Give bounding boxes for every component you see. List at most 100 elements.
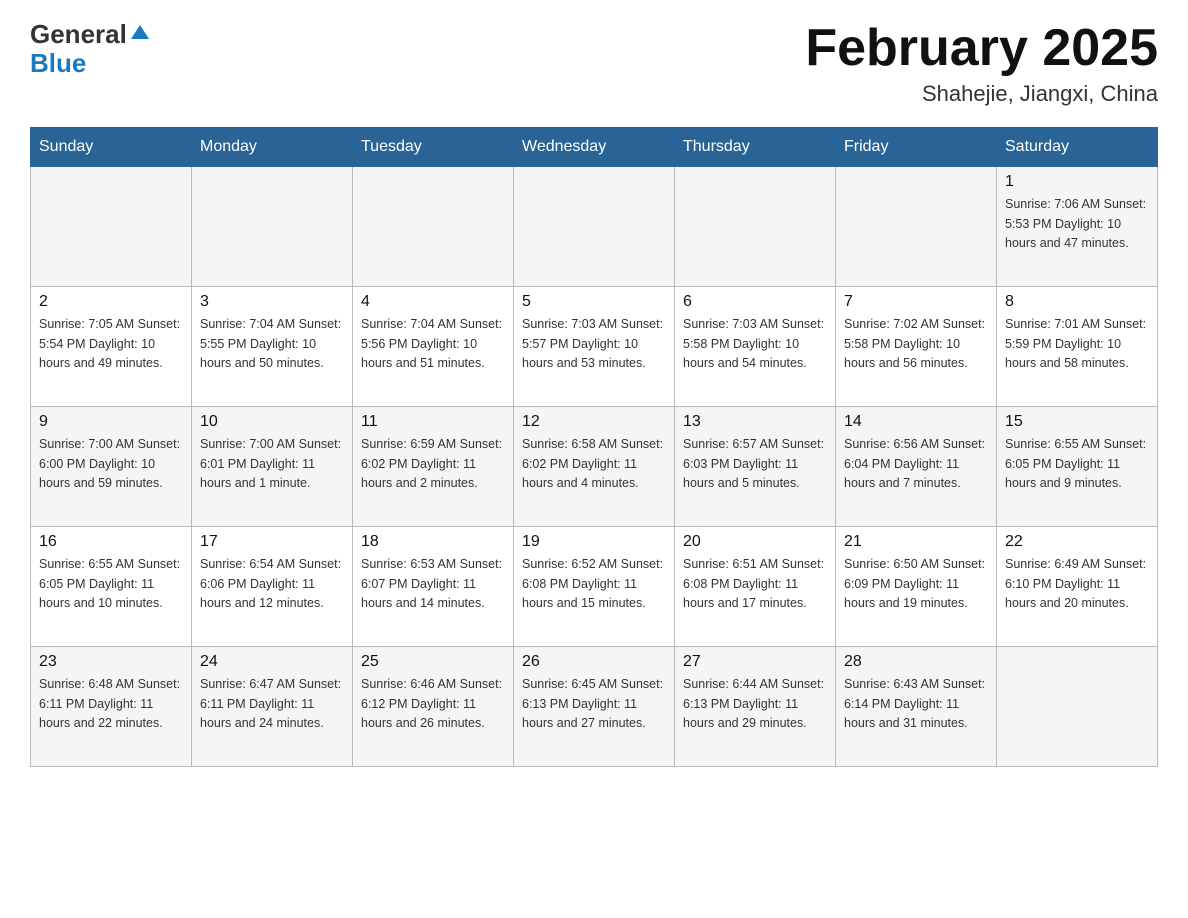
table-row: 10 Sunrise: 7:00 AM Sunset: 6:01 PM Dayli… — [192, 407, 353, 527]
day-number: 3 — [200, 293, 344, 311]
table-row: 3 Sunrise: 7:04 AM Sunset: 5:55 PM Daylig… — [192, 287, 353, 407]
day-info: Sunrise: 7:00 AM Sunset: 6:00 PM Dayligh… — [39, 435, 183, 493]
table-row: 21Sunrise: 6:50 AM Sunset: 6:09 PM Dayli… — [836, 527, 997, 647]
calendar-week-row: 23 Sunrise: 6:48 AM Sunset: 6:11 PM Dayli… — [31, 647, 1158, 767]
day-number: 28 — [844, 653, 988, 671]
table-row: 1Sunrise: 7:06 AM Sunset: 5:53 PM Daylig… — [997, 167, 1158, 287]
calendar-week-row: 2 Sunrise: 7:05 AM Sunset: 5:54 PM Daylig… — [31, 287, 1158, 407]
table-row: 18 Sunrise: 6:53 AM Sunset: 6:07 PM Dayli… — [353, 527, 514, 647]
day-number: 24 — [200, 653, 344, 671]
logo-wordmark: General Blue — [30, 20, 151, 77]
day-number: 6 — [683, 293, 827, 311]
logo-triangle-icon — [129, 21, 151, 43]
day-info: Sunrise: 7:05 AM Sunset: 5:54 PM Dayligh… — [39, 315, 183, 373]
day-info: Sunrise: 6:44 AM Sunset: 6:13 PM Dayligh… — [683, 675, 827, 733]
table-row: 16 Sunrise: 6:55 AM Sunset: 6:05 PM Dayli… — [31, 527, 192, 647]
table-row — [836, 167, 997, 287]
table-row: 2 Sunrise: 7:05 AM Sunset: 5:54 PM Daylig… — [31, 287, 192, 407]
day-info: Sunrise: 6:55 AM Sunset: 6:05 PM Dayligh… — [1005, 435, 1149, 493]
day-info: Sunrise: 6:47 AM Sunset: 6:11 PM Dayligh… — [200, 675, 344, 733]
calendar-week-row: 16 Sunrise: 6:55 AM Sunset: 6:05 PM Dayli… — [31, 527, 1158, 647]
table-row: 23 Sunrise: 6:48 AM Sunset: 6:11 PM Dayli… — [31, 647, 192, 767]
day-number: 7 — [844, 293, 988, 311]
table-row — [514, 167, 675, 287]
table-row: 13 Sunrise: 6:57 AM Sunset: 6:03 PM Dayli… — [675, 407, 836, 527]
table-row: 20 Sunrise: 6:51 AM Sunset: 6:08 PM Dayli… — [675, 527, 836, 647]
logo-blue: Blue — [30, 49, 151, 78]
day-info: Sunrise: 6:45 AM Sunset: 6:13 PM Dayligh… — [522, 675, 666, 733]
day-info: Sunrise: 7:02 AM Sunset: 5:58 PM Dayligh… — [844, 315, 988, 373]
day-info: Sunrise: 7:00 AM Sunset: 6:01 PM Dayligh… — [200, 435, 344, 493]
day-info: Sunrise: 7:06 AM Sunset: 5:53 PM Dayligh… — [1005, 195, 1149, 253]
table-row: 14 Sunrise: 6:56 AM Sunset: 6:04 PM Dayli… — [836, 407, 997, 527]
day-number: 27 — [683, 653, 827, 671]
day-info: Sunrise: 6:53 AM Sunset: 6:07 PM Dayligh… — [361, 555, 505, 613]
day-number: 5 — [522, 293, 666, 311]
page-header: General Blue February 2025 Shahejie, Jia… — [30, 20, 1158, 107]
logo: General Blue — [30, 20, 151, 77]
table-row: 28 Sunrise: 6:43 AM Sunset: 6:14 PM Dayli… — [836, 647, 997, 767]
table-row: 8 Sunrise: 7:01 AM Sunset: 5:59 PM Daylig… — [997, 287, 1158, 407]
day-number: 12 — [522, 413, 666, 431]
table-row: 4 Sunrise: 7:04 AM Sunset: 5:56 PM Daylig… — [353, 287, 514, 407]
day-number: 20 — [683, 533, 827, 551]
calendar-title: February 2025 — [805, 20, 1158, 77]
calendar-table: Sunday Monday Tuesday Wednesday Thursday… — [30, 127, 1158, 767]
calendar-week-row: 9 Sunrise: 7:00 AM Sunset: 6:00 PM Daylig… — [31, 407, 1158, 527]
table-row: 11 Sunrise: 6:59 AM Sunset: 6:02 PM Dayli… — [353, 407, 514, 527]
day-number: 19 — [522, 533, 666, 551]
header-monday: Monday — [192, 128, 353, 167]
day-number: 17 — [200, 533, 344, 551]
day-info: Sunrise: 6:46 AM Sunset: 6:12 PM Dayligh… — [361, 675, 505, 733]
table-row: 5 Sunrise: 7:03 AM Sunset: 5:57 PM Daylig… — [514, 287, 675, 407]
table-row: 19Sunrise: 6:52 AM Sunset: 6:08 PM Dayli… — [514, 527, 675, 647]
day-info: Sunrise: 6:55 AM Sunset: 6:05 PM Dayligh… — [39, 555, 183, 613]
header-tuesday: Tuesday — [353, 128, 514, 167]
day-number: 25 — [361, 653, 505, 671]
day-number: 10 — [200, 413, 344, 431]
table-row: 12Sunrise: 6:58 AM Sunset: 6:02 PM Dayli… — [514, 407, 675, 527]
day-number: 23 — [39, 653, 183, 671]
day-number: 11 — [361, 413, 505, 431]
day-number: 2 — [39, 293, 183, 311]
calendar-week-row: 1Sunrise: 7:06 AM Sunset: 5:53 PM Daylig… — [31, 167, 1158, 287]
title-block: February 2025 Shahejie, Jiangxi, China — [805, 20, 1158, 107]
table-row: 22 Sunrise: 6:49 AM Sunset: 6:10 PM Dayli… — [997, 527, 1158, 647]
day-info: Sunrise: 6:54 AM Sunset: 6:06 PM Dayligh… — [200, 555, 344, 613]
day-number: 13 — [683, 413, 827, 431]
table-row: 25 Sunrise: 6:46 AM Sunset: 6:12 PM Dayli… — [353, 647, 514, 767]
day-info: Sunrise: 6:59 AM Sunset: 6:02 PM Dayligh… — [361, 435, 505, 493]
table-row — [353, 167, 514, 287]
table-row: 9 Sunrise: 7:00 AM Sunset: 6:00 PM Daylig… — [31, 407, 192, 527]
table-row: 17 Sunrise: 6:54 AM Sunset: 6:06 PM Dayli… — [192, 527, 353, 647]
calendar-subtitle: Shahejie, Jiangxi, China — [805, 81, 1158, 107]
day-info: Sunrise: 6:48 AM Sunset: 6:11 PM Dayligh… — [39, 675, 183, 733]
day-number: 22 — [1005, 533, 1149, 551]
day-info: Sunrise: 6:57 AM Sunset: 6:03 PM Dayligh… — [683, 435, 827, 493]
table-row — [192, 167, 353, 287]
header-saturday: Saturday — [997, 128, 1158, 167]
day-number: 14 — [844, 413, 988, 431]
weekday-header-row: Sunday Monday Tuesday Wednesday Thursday… — [31, 128, 1158, 167]
day-number: 8 — [1005, 293, 1149, 311]
table-row — [31, 167, 192, 287]
day-number: 4 — [361, 293, 505, 311]
day-number: 16 — [39, 533, 183, 551]
day-info: Sunrise: 7:04 AM Sunset: 5:56 PM Dayligh… — [361, 315, 505, 373]
day-number: 9 — [39, 413, 183, 431]
day-info: Sunrise: 6:49 AM Sunset: 6:10 PM Dayligh… — [1005, 555, 1149, 613]
day-info: Sunrise: 6:43 AM Sunset: 6:14 PM Dayligh… — [844, 675, 988, 733]
day-number: 18 — [361, 533, 505, 551]
day-number: 15 — [1005, 413, 1149, 431]
day-info: Sunrise: 6:50 AM Sunset: 6:09 PM Dayligh… — [844, 555, 988, 613]
day-info: Sunrise: 6:56 AM Sunset: 6:04 PM Dayligh… — [844, 435, 988, 493]
table-row — [997, 647, 1158, 767]
day-info: Sunrise: 7:03 AM Sunset: 5:58 PM Dayligh… — [683, 315, 827, 373]
header-sunday: Sunday — [31, 128, 192, 167]
day-info: Sunrise: 7:01 AM Sunset: 5:59 PM Dayligh… — [1005, 315, 1149, 373]
day-info: Sunrise: 7:03 AM Sunset: 5:57 PM Dayligh… — [522, 315, 666, 373]
day-info: Sunrise: 6:51 AM Sunset: 6:08 PM Dayligh… — [683, 555, 827, 613]
day-info: Sunrise: 7:04 AM Sunset: 5:55 PM Dayligh… — [200, 315, 344, 373]
table-row: 7 Sunrise: 7:02 AM Sunset: 5:58 PM Daylig… — [836, 287, 997, 407]
table-row: 6 Sunrise: 7:03 AM Sunset: 5:58 PM Daylig… — [675, 287, 836, 407]
